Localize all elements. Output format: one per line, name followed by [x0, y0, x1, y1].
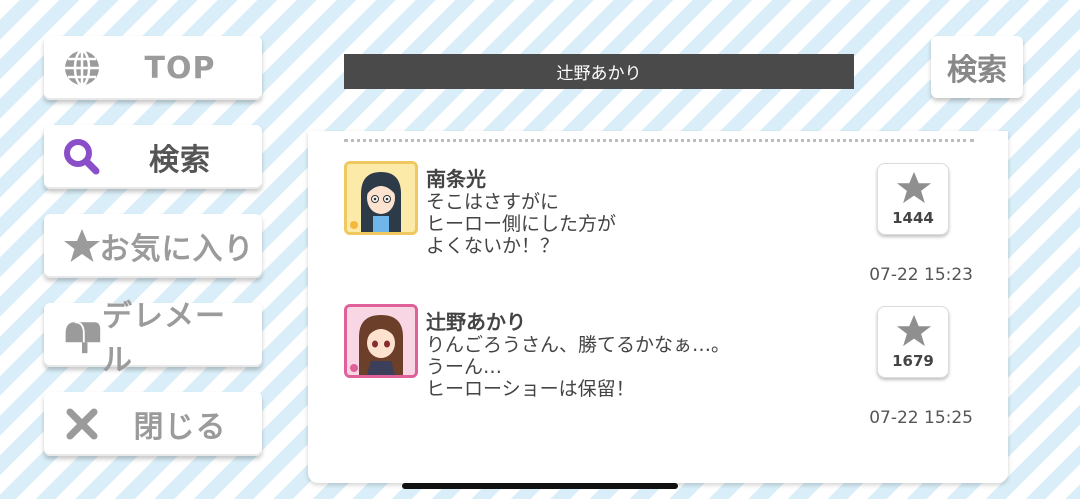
avatar[interactable] — [344, 304, 418, 378]
star-icon — [896, 314, 932, 347]
favorite-button[interactable]: 1679 — [877, 306, 949, 378]
globe-icon — [62, 49, 102, 87]
home-indicator[interactable] — [402, 483, 678, 489]
sidebar-item-label: 検索 — [149, 143, 211, 178]
sidebar-item-label: デレメール — [102, 299, 226, 378]
post-line: ヒーローショーは保留！ — [426, 378, 635, 400]
post-list: 南条光 そこはさすがに ヒーロー側にした方が よくないか！？ 1444 07-2… — [308, 131, 1008, 483]
post-line: よくないか！？ — [426, 235, 560, 257]
sidebar-item-favorites[interactable]: お気に入り — [44, 214, 262, 278]
post-line: ヒーロー側にした方が — [426, 213, 617, 235]
poster-name: 南条光 — [426, 167, 486, 191]
favorite-button[interactable]: 1444 — [877, 163, 949, 235]
sidebar-item-top[interactable]: TOP — [44, 36, 262, 100]
list-item: 辻野あかり りんごろうさん、勝てるかなぁ…。 うーん… ヒーローショーは保留！ … — [344, 304, 974, 444]
post-timestamp: 07-22 15:23 — [869, 265, 973, 285]
star-icon — [62, 228, 102, 264]
star-icon — [896, 171, 932, 204]
post-timestamp: 07-22 15:25 — [869, 408, 973, 428]
post-line: そこはさすがに — [426, 191, 560, 213]
sidebar-item-label: お気に入り — [99, 232, 255, 267]
mailbox-icon — [62, 317, 102, 354]
favorite-count: 1444 — [892, 209, 934, 227]
favorite-count: 1679 — [892, 352, 934, 370]
post-line: りんごろうさん、勝てるかなぁ…。 — [426, 334, 731, 356]
search-button[interactable]: 検索 — [931, 36, 1023, 98]
poster-name: 辻野あかり — [426, 310, 526, 334]
sidebar-item-deremail[interactable]: デレメール — [44, 299, 262, 378]
avatar[interactable] — [344, 161, 418, 235]
sidebar-item-label: TOP — [144, 50, 216, 86]
sidebar-item-close[interactable]: 閉じる — [44, 392, 262, 456]
sidebar-item-label: 閉じる — [133, 410, 227, 445]
divider — [344, 139, 974, 142]
list-item: 南条光 そこはさすがに ヒーロー側にした方が よくないか！？ 1444 07-2… — [344, 161, 974, 301]
post-line: うーん… — [426, 356, 503, 378]
page-title: 辻野あかり — [344, 54, 854, 89]
sidebar-item-search[interactable]: 検索 — [44, 125, 262, 189]
post-message: そこはさすがに ヒーロー側にした方が よくないか！？ — [426, 191, 616, 257]
search-icon — [62, 139, 102, 175]
close-icon — [62, 406, 102, 442]
post-message: りんごろうさん、勝てるかなぁ…。 うーん… ヒーローショーは保留！ — [426, 334, 730, 400]
